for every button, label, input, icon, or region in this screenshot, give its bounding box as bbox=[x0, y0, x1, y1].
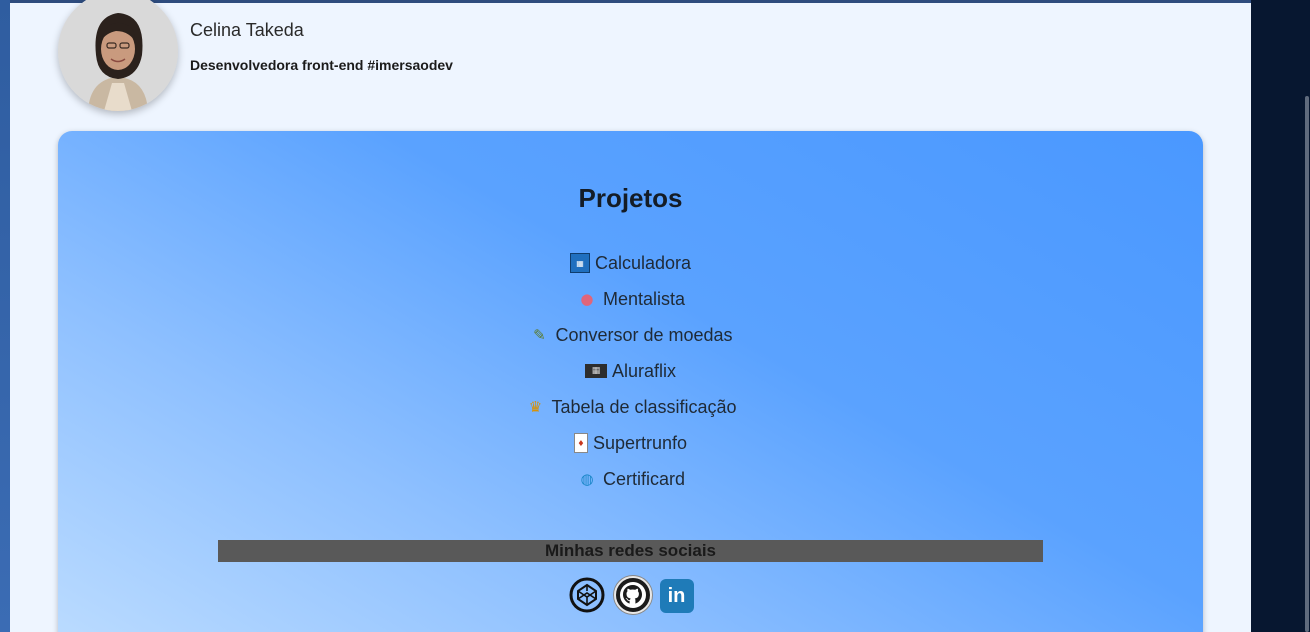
project-list: ▦ Calculadora ● Mentalista ✎ Conversor d… bbox=[58, 245, 1203, 497]
project-label: Tabela de classificação bbox=[551, 396, 737, 417]
projects-card: Projetos ▦ Calculadora ● Mentalista ✎ Co… bbox=[58, 131, 1203, 632]
profile-role: Desenvolvedora front-end #imersaodev bbox=[190, 57, 453, 73]
project-link-aluraflix[interactable]: ▦ Aluraflix bbox=[58, 353, 1203, 389]
project-link-certificard[interactable]: ◍ Certificard bbox=[58, 461, 1203, 497]
project-label: Conversor de moedas bbox=[555, 324, 733, 345]
project-label: Supertrunfo bbox=[592, 432, 688, 453]
globe-icon: ◍ bbox=[580, 470, 594, 488]
linkedin-icon: in bbox=[667, 584, 686, 607]
profile-name: Celina Takeda bbox=[190, 20, 304, 40]
github-link[interactable] bbox=[613, 576, 652, 614]
project-label: Mentalista bbox=[602, 288, 686, 309]
project-link-calculadora[interactable]: ▦ Calculadora bbox=[58, 245, 1203, 281]
social-heading: Minhas redes sociais bbox=[218, 540, 1043, 562]
background-panel bbox=[1251, 0, 1310, 632]
brain-icon: ● bbox=[580, 290, 594, 308]
social-links: in bbox=[58, 576, 1203, 614]
window-left-edge bbox=[0, 0, 10, 632]
codepen-link[interactable] bbox=[568, 576, 606, 614]
film-icon: ▦ bbox=[584, 364, 607, 378]
linkedin-link[interactable]: in bbox=[659, 579, 694, 613]
trophy-icon: ♛ bbox=[528, 398, 543, 416]
project-link-conversor[interactable]: ✎ Conversor de moedas bbox=[58, 317, 1203, 353]
projects-title: Projetos bbox=[578, 183, 683, 213]
avatar-photo bbox=[58, 0, 178, 111]
project-label: Calculadora bbox=[594, 252, 692, 273]
calculator-icon: ▦ bbox=[569, 253, 590, 273]
project-link-supertrunfo[interactable]: ♦ Supertrunfo bbox=[58, 425, 1203, 461]
github-icon bbox=[619, 582, 646, 608]
project-link-mentalista[interactable]: ● Mentalista bbox=[58, 281, 1203, 317]
codepen-icon bbox=[569, 577, 604, 613]
page: Celina Takeda Desenvolvedora front-end #… bbox=[10, 0, 1251, 632]
card-icon: ♦ bbox=[573, 433, 588, 453]
project-link-tabela[interactable]: ♛ Tabela de classificação bbox=[58, 389, 1203, 425]
currency-exchange-icon: ✎ bbox=[533, 326, 546, 344]
avatar bbox=[58, 0, 178, 111]
project-label: Certificard bbox=[602, 468, 686, 489]
project-label: Aluraflix bbox=[611, 360, 677, 381]
scrollbar[interactable] bbox=[1305, 96, 1309, 632]
